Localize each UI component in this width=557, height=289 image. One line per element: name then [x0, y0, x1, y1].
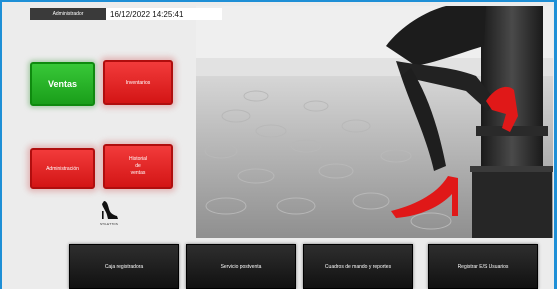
hero-photo — [196, 6, 553, 238]
ventas-button[interactable]: Ventas — [30, 62, 95, 106]
app-window: Administrador 16/12/2022 14:25:41 Ventas… — [0, 0, 557, 289]
brand-name: STILETTOS — [99, 222, 119, 226]
datetime-display: 16/12/2022 14:25:41 — [106, 8, 222, 20]
bottom-nav: Caja registradora Servicio postventa Cua… — [2, 238, 554, 289]
high-heel-icon — [102, 201, 118, 219]
historial-ventas-button[interactable]: Historial de ventas — [103, 144, 173, 189]
user-role-label: Administrador — [30, 8, 106, 20]
administracion-button[interactable]: Administración — [30, 148, 95, 189]
cuadros-reportes-button[interactable]: Cuadros de mando y reportes — [303, 244, 413, 289]
brand-logo: STILETTOS — [94, 199, 124, 231]
registrar-usuarios-button[interactable]: Registrar E/S Usuarios — [428, 244, 538, 289]
servicio-postventa-button[interactable]: Servicio postventa — [186, 244, 296, 289]
hero-photo-illustration — [196, 6, 553, 238]
inventarios-button[interactable]: Inventarios — [103, 60, 173, 105]
status-bar: Administrador 16/12/2022 14:25:41 — [30, 8, 222, 20]
caja-registradora-button[interactable]: Caja registradora — [69, 244, 179, 289]
